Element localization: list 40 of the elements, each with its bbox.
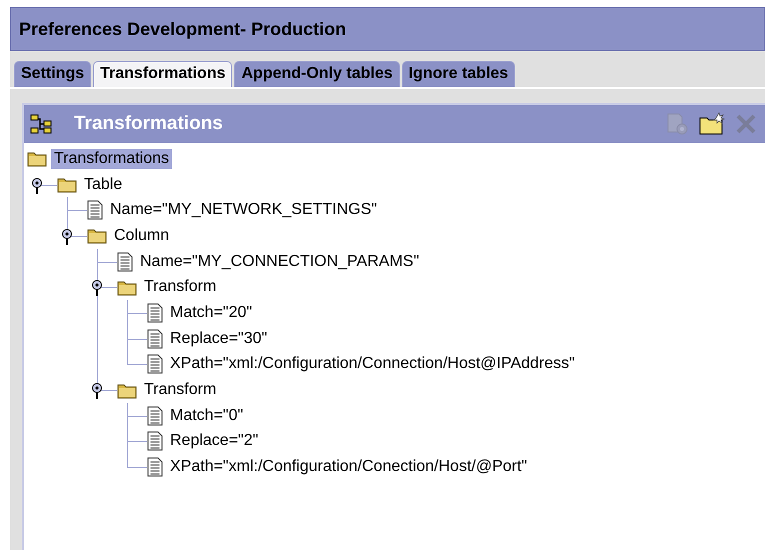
document-icon [147, 457, 163, 478]
tree-node[interactable]: XPath="xml:/Configuration/Conection/Host/@Port" [167, 457, 530, 478]
folder-icon [87, 227, 107, 244]
tree-node[interactable]: Transform [141, 380, 220, 400]
delete-icon [735, 113, 757, 135]
expanded-handle-icon[interactable] [91, 277, 103, 298]
folder-icon [27, 150, 47, 168]
expanded-handle-icon[interactable] [61, 226, 73, 246]
document-icon [147, 431, 163, 452]
tree-node[interactable]: Transform [141, 277, 220, 298]
folder-icon [57, 176, 77, 194]
new-folder-button[interactable] [699, 111, 725, 137]
tree-node[interactable]: Name="MY_CONNECTION_PARAMS" [137, 252, 422, 272]
document-icon [147, 354, 163, 374]
tree-node[interactable]: Name="MY_NETWORK_SETTINGS" [107, 200, 380, 220]
tab[interactable]: Transformations [93, 61, 232, 87]
tree-node[interactable]: Match="20" [167, 302, 256, 323]
expanded-handle-icon[interactable] [91, 380, 103, 400]
tab[interactable]: Ignore tables [402, 61, 516, 87]
tree-node[interactable]: Table [81, 174, 126, 195]
document-icon [147, 406, 163, 426]
tree-node[interactable]: Transformations [51, 148, 172, 169]
document-icon [147, 302, 163, 323]
tree-node[interactable]: Column [111, 226, 172, 246]
document-icon [147, 328, 163, 349]
tree-node[interactable]: XPath="xml:/Configuration/Connection/Host@IPAddress" [167, 354, 578, 374]
panel-title: Transformations [74, 113, 224, 135]
document-icon [117, 252, 133, 272]
tree-node[interactable]: Replace="30" [167, 328, 270, 349]
window-title: Preferences Development- Production [10, 7, 765, 51]
folder-icon [117, 382, 137, 399]
tab[interactable]: Settings [14, 61, 92, 87]
document-icon [87, 200, 103, 220]
tree-node[interactable]: Replace="2" [167, 431, 262, 452]
tree-structure-icon [30, 113, 52, 135]
new-folder-icon [699, 112, 725, 136]
tree-node[interactable]: Match="0" [167, 406, 246, 426]
document-gear-icon [666, 112, 690, 136]
tab[interactable]: Append-Only tables [234, 61, 400, 87]
folder-icon [117, 278, 137, 296]
